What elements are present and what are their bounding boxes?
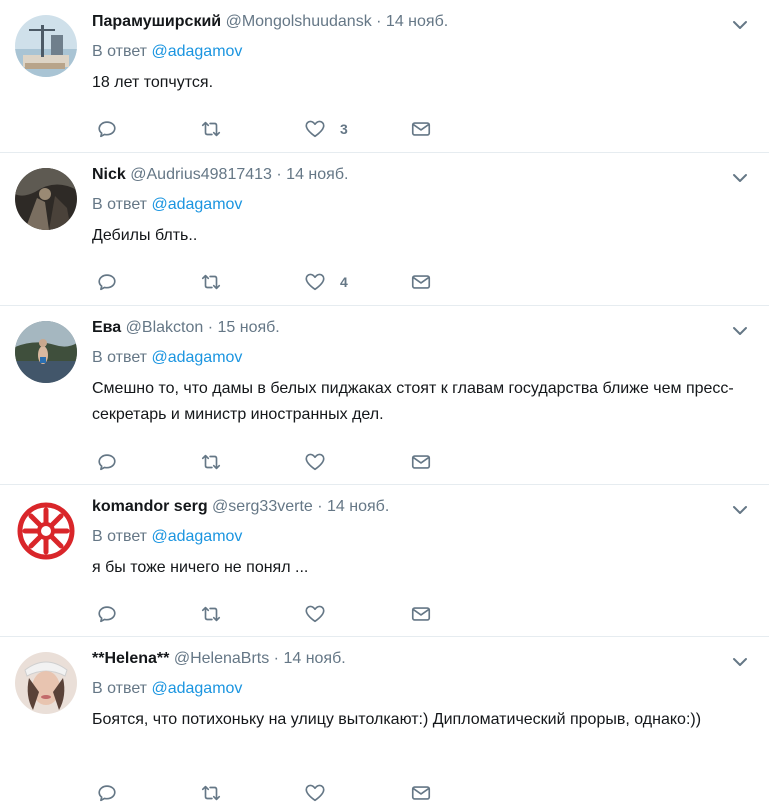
separator-dot: ·: [376, 13, 382, 30]
reply-mention-link[interactable]: @adagamov: [151, 528, 242, 545]
chevron-down-icon[interactable]: [731, 169, 749, 187]
tweet-text: Боятся, что потихоньку на улицу вытолкаю…: [92, 711, 702, 728]
reply-button[interactable]: [96, 270, 118, 294]
timestamp[interactable]: 14 нояб.: [283, 650, 345, 667]
reply-icon: [98, 454, 116, 471]
reply-mention-link[interactable]: @adagamov: [151, 43, 242, 60]
message-icon: [411, 455, 431, 469]
avatar[interactable]: [15, 652, 77, 714]
like-button[interactable]: 3: [304, 117, 348, 141]
reply-button[interactable]: [96, 781, 118, 805]
reply-button[interactable]: [96, 117, 118, 141]
reply-context: В ответ @adagamov: [92, 42, 749, 62]
direct-message-button[interactable]: [410, 270, 432, 294]
reply-prefix: В ответ: [92, 349, 148, 366]
like-button[interactable]: [304, 781, 340, 805]
retweet-icon: [201, 785, 221, 801]
retweet-button[interactable]: [200, 117, 222, 141]
reply-icon: [98, 274, 116, 291]
like-count: 3: [340, 121, 348, 137]
like-icon: [305, 273, 325, 291]
tweet[interactable]: Парамуширский @Mongolshuudansk · 14 нояб…: [0, 0, 769, 153]
direct-message-button[interactable]: [410, 117, 432, 141]
chevron-down-icon[interactable]: [731, 16, 749, 34]
timestamp[interactable]: 15 нояб.: [218, 319, 280, 336]
tweet[interactable]: **Helena** @HelenaBrts · 14 нояб. В отве…: [0, 637, 769, 802]
chevron-down-icon[interactable]: [731, 322, 749, 340]
avatar[interactable]: [15, 168, 77, 230]
author-handle[interactable]: @Audrius49817413: [130, 166, 272, 183]
reply-prefix: В ответ: [92, 680, 148, 697]
tweet-text: я бы тоже ничего не понял ...: [92, 559, 309, 576]
like-icon: [305, 784, 325, 802]
author-name[interactable]: Ева: [92, 319, 121, 336]
message-icon: [411, 122, 431, 136]
reply-mention-link[interactable]: @adagamov: [151, 196, 242, 213]
retweet-button[interactable]: [200, 602, 222, 626]
message-icon: [411, 607, 431, 621]
retweet-button[interactable]: [200, 270, 222, 294]
tweet-text: 18 лет топчутся.: [92, 74, 214, 91]
chevron-down-icon[interactable]: [731, 501, 749, 519]
separator-dot: ·: [317, 498, 323, 515]
reply-prefix: В ответ: [92, 528, 148, 545]
author-handle[interactable]: @Mongolshuudansk: [226, 13, 372, 30]
reply-icon: [98, 606, 116, 623]
timestamp[interactable]: 14 нояб.: [286, 166, 348, 183]
avatar[interactable]: [15, 15, 77, 77]
timestamp[interactable]: 14 нояб.: [386, 13, 448, 30]
author-name[interactable]: Nick: [92, 166, 126, 183]
like-button[interactable]: [304, 450, 340, 474]
reply-mention-link[interactable]: @adagamov: [151, 680, 242, 697]
separator-dot: ·: [276, 166, 282, 183]
retweet-button[interactable]: [200, 781, 222, 805]
like-button[interactable]: [304, 602, 340, 626]
author-handle[interactable]: @serg33verte: [212, 498, 313, 515]
tweet[interactable]: komandor serg @serg33verte · 14 нояб. В …: [0, 485, 769, 637]
tweet[interactable]: Nick @Audrius49817413 · 14 нояб. В ответ…: [0, 153, 769, 306]
reply-mention-link[interactable]: @adagamov: [151, 349, 242, 366]
reply-context: В ответ @adagamov: [92, 527, 749, 547]
avatar[interactable]: [15, 321, 77, 383]
author-handle[interactable]: @Blakcton: [126, 319, 204, 336]
direct-message-button[interactable]: [410, 450, 432, 474]
like-icon: [305, 605, 325, 623]
reply-button[interactable]: [96, 450, 118, 474]
retweet-icon: [201, 274, 221, 290]
message-icon: [411, 275, 431, 289]
message-icon: [411, 786, 431, 800]
avatar[interactable]: [15, 500, 77, 562]
author-handle[interactable]: @HelenaBrts: [174, 650, 269, 667]
reply-context: В ответ @adagamov: [92, 348, 749, 368]
like-button[interactable]: 4: [304, 270, 348, 294]
reply-prefix: В ответ: [92, 196, 148, 213]
tweet[interactable]: Ева @Blakcton · 15 нояб. В ответ @adagam…: [0, 306, 769, 485]
author-name[interactable]: komandor serg: [92, 498, 208, 515]
reply-button[interactable]: [96, 602, 118, 626]
reply-icon: [98, 785, 116, 802]
retweet-icon: [201, 606, 221, 622]
like-count: 4: [340, 274, 348, 290]
reply-prefix: В ответ: [92, 43, 148, 60]
timestamp[interactable]: 14 нояб.: [327, 498, 389, 515]
direct-message-button[interactable]: [410, 602, 432, 626]
author-name[interactable]: Парамуширский: [92, 13, 221, 30]
reply-icon: [98, 121, 116, 138]
retweet-icon: [201, 454, 221, 470]
retweet-icon: [201, 121, 221, 137]
separator-dot: ·: [273, 650, 279, 667]
separator-dot: ·: [207, 319, 214, 336]
direct-message-button[interactable]: [410, 781, 432, 805]
reply-context: В ответ @adagamov: [92, 195, 749, 215]
chevron-down-icon[interactable]: [731, 653, 749, 671]
author-name[interactable]: **Helena**: [92, 650, 169, 667]
tweet-text: Дебилы блть..: [92, 227, 198, 244]
like-icon: [305, 120, 325, 138]
reply-context: В ответ @adagamov: [92, 679, 749, 699]
retweet-button[interactable]: [200, 450, 222, 474]
like-icon: [305, 453, 325, 471]
tweet-text: Смешно то, что дамы в белых пиджаках сто…: [92, 380, 734, 423]
